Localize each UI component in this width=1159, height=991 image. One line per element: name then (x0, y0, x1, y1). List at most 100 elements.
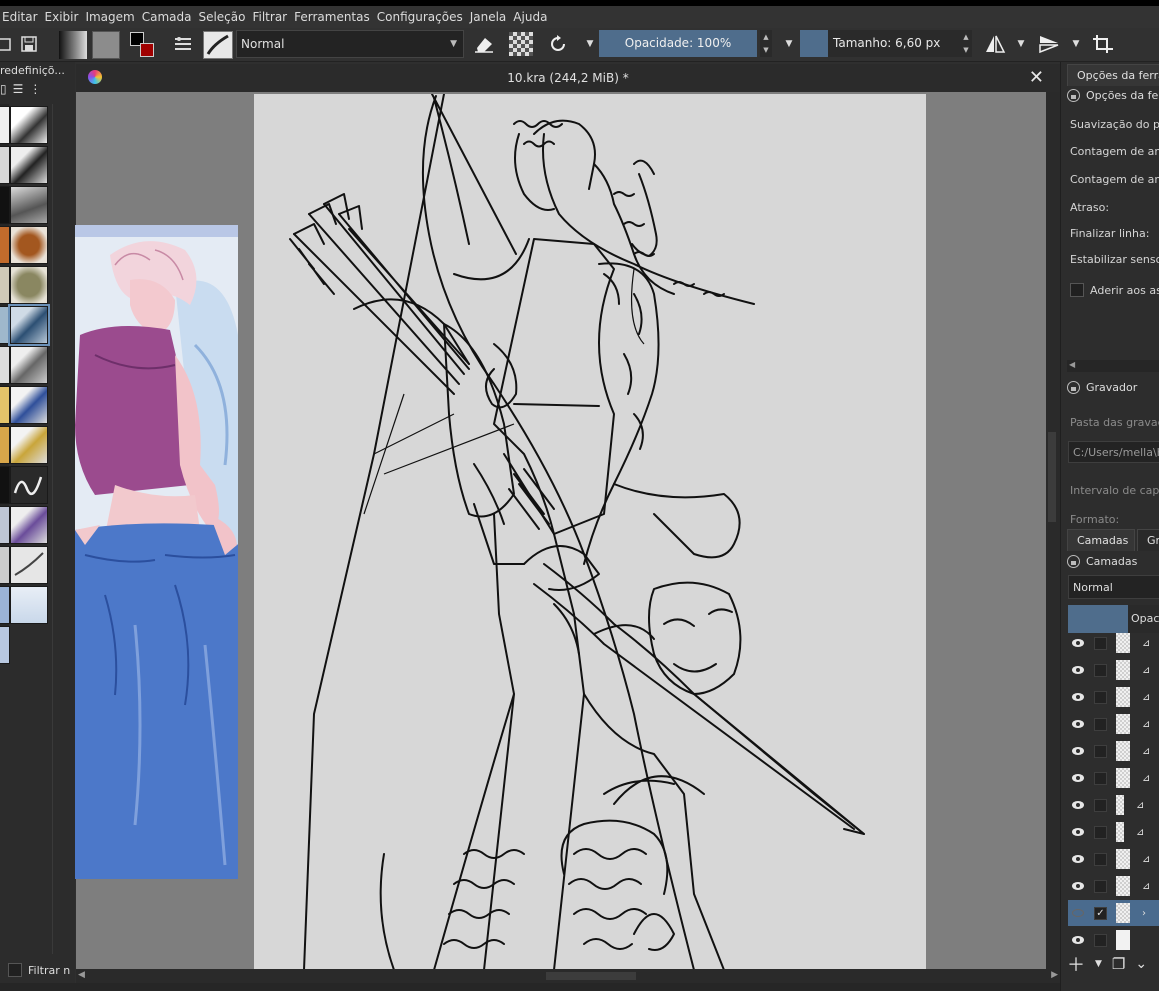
scroll-left-icon[interactable]: ◀ (78, 970, 85, 980)
menu-filtrar[interactable]: Filtrar (252, 10, 294, 24)
blend-mode-select[interactable]: Normal ▼ (236, 30, 464, 58)
eye-icon[interactable] (1072, 774, 1084, 782)
brush-preset[interactable] (0, 386, 10, 424)
menu-configuracoes[interactable]: Configurações (377, 10, 470, 24)
vertical-scroll-thumb[interactable] (1048, 432, 1056, 522)
horizontal-scroll-thumb[interactable] (546, 972, 636, 980)
brush-preset[interactable] (10, 386, 48, 424)
horizontal-scrollbar[interactable]: ◀ ▶ (76, 969, 1060, 983)
eye-icon[interactable] (1072, 936, 1084, 944)
layer-checkbox[interactable] (1094, 717, 1107, 731)
eye-icon[interactable] (1072, 909, 1084, 917)
chevron-down-icon[interactable]: ▼ (1095, 959, 1102, 969)
brush-preset[interactable] (0, 426, 10, 464)
brush-preset[interactable] (0, 546, 10, 584)
layer-row-selected[interactable]: ✓ › (1068, 900, 1159, 926)
menu-camada[interactable]: Camada (142, 10, 199, 24)
brush-preset-selected[interactable] (8, 304, 50, 346)
document-title[interactable]: 10.kra (244,2 MiB) * (76, 71, 1060, 85)
brush-preset[interactable] (10, 586, 48, 624)
tag-icon[interactable]: ▯ (0, 82, 7, 98)
layer-checkbox[interactable]: ✓ (1094, 906, 1107, 920)
recordings-folder-input[interactable]: C:/Users/mella\Kr (1068, 441, 1159, 463)
layer-checkbox[interactable] (1094, 636, 1107, 650)
brush-preset[interactable] (10, 186, 48, 224)
brush-preset[interactable] (0, 186, 10, 224)
layer-row[interactable]: ⊿ (1068, 657, 1159, 683)
opacity-slider[interactable]: Opacidade: 100% (599, 30, 757, 57)
vertical-scrollbar[interactable] (1046, 92, 1060, 969)
brush-preset[interactable] (10, 226, 48, 264)
eye-icon[interactable] (1072, 693, 1084, 701)
layer-blend-mode-select[interactable]: Normal (1068, 575, 1159, 599)
add-layer-icon[interactable]: ＋ (1067, 951, 1085, 977)
layer-opacity-slider-fill[interactable] (1068, 605, 1128, 633)
layer-row[interactable]: ⊿ (1068, 792, 1159, 818)
layer-row[interactable]: ⊿ (1068, 873, 1159, 899)
filter-checkbox[interactable] (8, 963, 22, 977)
pattern-preset-icon[interactable] (92, 31, 120, 59)
size-spinner[interactable]: ▲ ▼ (960, 30, 972, 57)
eye-icon[interactable] (1072, 666, 1084, 674)
list-view-icon[interactable]: ☰ (13, 82, 24, 98)
brush-preset-preview-icon[interactable] (203, 31, 233, 59)
mirror-vertical-icon[interactable] (1036, 31, 1062, 57)
layer-row[interactable]: ⊿ (1068, 711, 1159, 737)
eye-icon[interactable] (1072, 855, 1084, 863)
brush-preset[interactable] (0, 306, 10, 344)
brush-preset[interactable] (10, 146, 48, 184)
brush-preset[interactable] (0, 466, 10, 504)
mirror-horizontal-icon[interactable] (982, 31, 1008, 57)
chevron-down-icon[interactable]: ▼ (1008, 31, 1034, 57)
preserve-alpha-icon[interactable] (509, 32, 533, 56)
layer-row[interactable]: ⊿ (1068, 684, 1159, 710)
scroll-right-icon[interactable]: ▶ (1051, 970, 1058, 980)
crop-icon[interactable] (1090, 31, 1116, 57)
brush-preset[interactable] (10, 106, 48, 144)
eye-icon[interactable] (1072, 882, 1084, 890)
menu-imagem[interactable]: Imagem (85, 10, 141, 24)
brush-preset[interactable] (0, 106, 10, 144)
opacity-spinner[interactable]: ▲ ▼ (760, 30, 772, 57)
size-slider-fill[interactable] (800, 30, 828, 57)
layer-checkbox[interactable] (1094, 933, 1107, 947)
lock-icon[interactable] (1067, 88, 1080, 102)
chevron-down-icon[interactable]: ⌄ (1135, 956, 1147, 972)
layer-row[interactable]: ⊿ (1068, 819, 1159, 845)
scroll-left-icon[interactable]: ◀ (1069, 360, 1075, 369)
brush-preset[interactable] (10, 546, 48, 584)
save-icon[interactable] (16, 31, 42, 57)
snap-assistants-checkbox[interactable] (1070, 283, 1084, 297)
brush-preset[interactable] (10, 426, 48, 464)
brush-preset[interactable] (0, 346, 10, 384)
lock-icon[interactable] (1067, 380, 1080, 394)
brush-preset[interactable] (10, 466, 48, 504)
eraser-icon[interactable] (471, 31, 497, 57)
menu-janela[interactable]: Janela (470, 10, 514, 24)
layer-checkbox[interactable] (1094, 690, 1107, 704)
close-icon[interactable]: ✕ (1029, 67, 1044, 88)
brush-preset[interactable] (0, 266, 10, 304)
layer-row[interactable]: ⊿ (1068, 738, 1159, 764)
chevron-down-icon[interactable]: ▼ (1063, 31, 1089, 57)
eye-icon[interactable] (1072, 801, 1084, 809)
tab-tool-options[interactable]: Opções da ferra (1067, 64, 1159, 86)
eye-icon[interactable] (1072, 828, 1084, 836)
layer-row[interactable] (1068, 927, 1159, 953)
tool-options-scrollbar[interactable]: ◀ (1067, 360, 1159, 372)
brush-preset[interactable] (10, 506, 48, 544)
eye-icon[interactable] (1072, 720, 1084, 728)
gradient-preset-icon[interactable] (59, 31, 87, 59)
layer-checkbox[interactable] (1094, 663, 1107, 677)
layer-checkbox[interactable] (1094, 744, 1107, 758)
tab-layers[interactable]: Camadas (1067, 529, 1135, 551)
reload-icon[interactable] (545, 31, 571, 57)
brush-preset[interactable] (0, 506, 10, 544)
layer-row[interactable]: ⊿ (1068, 846, 1159, 872)
brush-preset[interactable] (0, 226, 10, 264)
drawing-canvas[interactable] (254, 94, 926, 970)
color-swatch-icon[interactable] (128, 31, 160, 59)
reference-image[interactable] (75, 225, 238, 879)
brush-preset[interactable] (0, 146, 10, 184)
menu-ferramentas[interactable]: Ferramentas (294, 10, 377, 24)
